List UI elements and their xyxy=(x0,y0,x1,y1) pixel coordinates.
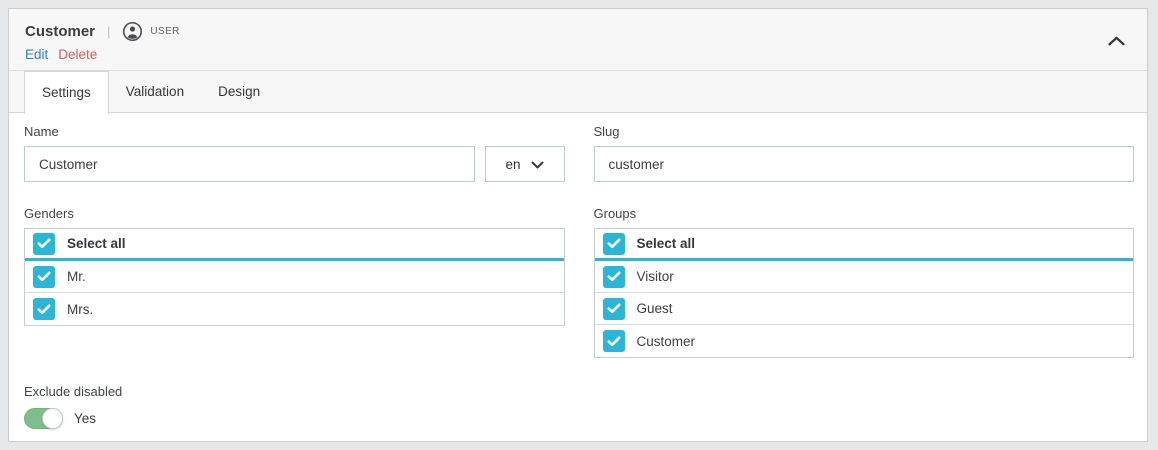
genders-groups-row: Genders Select all Mr. xyxy=(24,206,1134,358)
name-slug-row: Name en Slug xyxy=(24,124,1134,182)
edit-link[interactable]: Edit xyxy=(25,47,48,62)
locale-value: en xyxy=(505,157,520,172)
tab-bar: Settings Validation Design xyxy=(9,71,1147,113)
genders-list: Select all Mr. Mrs. xyxy=(24,228,565,326)
toggle-knob xyxy=(42,408,63,429)
gender-option-row[interactable]: Mrs. xyxy=(25,293,564,325)
exclude-disabled-label: Exclude disabled xyxy=(24,384,1134,399)
checkbox-checked-icon[interactable] xyxy=(603,298,625,320)
tab-validation[interactable]: Validation xyxy=(109,71,201,112)
name-field-group: Name en xyxy=(24,124,565,182)
name-label: Name xyxy=(24,124,565,139)
entity-type-label: USER xyxy=(150,26,179,37)
header-actions: Edit Delete xyxy=(25,47,1131,62)
locale-select[interactable]: en xyxy=(485,146,565,182)
checkbox-checked-icon[interactable] xyxy=(603,266,625,288)
toggle-state-label: Yes xyxy=(74,411,96,426)
gender-option-label: Mr. xyxy=(67,269,86,284)
select-all-label: Select all xyxy=(637,236,696,251)
panel-header: Customer | USER Edit Delete xyxy=(9,9,1147,71)
tab-settings[interactable]: Settings xyxy=(24,71,109,114)
title-row: Customer | USER xyxy=(25,21,1131,42)
genders-field-group: Genders Select all Mr. xyxy=(24,206,565,326)
groups-select-all-row[interactable]: Select all xyxy=(595,229,1134,261)
group-option-label: Customer xyxy=(637,334,696,349)
group-option-row[interactable]: Customer xyxy=(595,325,1134,357)
page-title: Customer xyxy=(25,23,95,40)
gender-option-row[interactable]: Mr. xyxy=(25,261,564,293)
title-separator: | xyxy=(107,24,110,39)
user-icon xyxy=(122,21,143,42)
exclude-disabled-field-group: Exclude disabled Yes xyxy=(24,384,1134,441)
group-option-label: Visitor xyxy=(637,269,674,284)
name-input[interactable] xyxy=(24,146,475,182)
chevron-down-icon xyxy=(531,157,544,172)
groups-label: Groups xyxy=(594,206,1135,221)
groups-field-group: Groups Select all Visitor xyxy=(594,206,1135,358)
chevron-up-icon xyxy=(1108,33,1125,50)
checkbox-checked-icon[interactable] xyxy=(33,233,55,255)
gender-option-label: Mrs. xyxy=(67,302,93,317)
exclude-disabled-toggle[interactable] xyxy=(24,408,63,429)
settings-tab-content: Name en Slug xyxy=(9,113,1147,441)
checkbox-checked-icon[interactable] xyxy=(33,298,55,320)
groups-list: Select all Visitor Guest xyxy=(594,228,1135,358)
collapse-panel-button[interactable] xyxy=(1108,36,1125,46)
group-option-row[interactable]: Guest xyxy=(595,293,1134,325)
delete-link[interactable]: Delete xyxy=(58,47,97,62)
checkbox-checked-icon[interactable] xyxy=(603,233,625,255)
tab-design[interactable]: Design xyxy=(201,71,277,112)
checkbox-checked-icon[interactable] xyxy=(603,330,625,352)
group-option-row[interactable]: Visitor xyxy=(595,261,1134,293)
slug-field-group: Slug xyxy=(594,124,1135,182)
checkbox-checked-icon[interactable] xyxy=(33,266,55,288)
slug-label: Slug xyxy=(594,124,1135,139)
genders-label: Genders xyxy=(24,206,565,221)
group-option-label: Guest xyxy=(637,301,673,316)
genders-select-all-row[interactable]: Select all xyxy=(25,229,564,261)
select-all-label: Select all xyxy=(67,236,126,251)
slug-input[interactable] xyxy=(594,146,1135,182)
customer-form-panel: Customer | USER Edit Delete Settings Vali… xyxy=(8,8,1148,442)
